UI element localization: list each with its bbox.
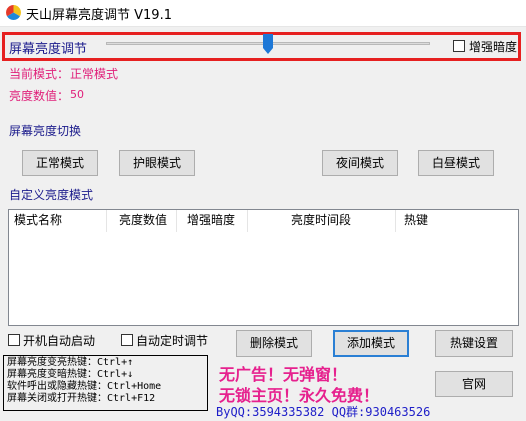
- hotkey-line-brighten: 屏幕亮度变亮热键：Ctrl+↑: [7, 357, 134, 368]
- delete-mode-button[interactable]: 删除模式: [236, 330, 312, 357]
- current-mode-label: 当前模式：: [9, 67, 70, 81]
- brightness-value-label: 亮度数值：: [9, 89, 70, 103]
- custom-modes-label: 自定义亮度模式: [9, 188, 94, 202]
- column-header-time-period[interactable]: 亮度时间段: [248, 210, 396, 232]
- window-title: 天山屏幕亮度调节 V19.1: [26, 8, 172, 23]
- app-icon: [6, 5, 21, 20]
- column-header-brightness[interactable]: 亮度数值: [107, 210, 177, 232]
- column-header-mode-name[interactable]: 模式名称: [9, 210, 107, 232]
- contact-info: ByQQ:3594335382 QQ群:930463526: [216, 405, 431, 419]
- current-mode-value: 正常模式: [70, 67, 119, 81]
- night-mode-button[interactable]: 夜间模式: [322, 150, 398, 176]
- auto-timer-label[interactable]: 自动定时调节: [136, 332, 208, 349]
- hotkey-line-toggle-window: 软件呼出或隐藏热键：Ctrl+Home: [7, 381, 162, 392]
- add-mode-button[interactable]: 添加模式: [333, 330, 409, 357]
- normal-mode-button[interactable]: 正常模式: [22, 150, 98, 176]
- daylight-mode-button[interactable]: 白昼模式: [418, 150, 494, 176]
- column-header-enhance[interactable]: 增强暗度: [177, 210, 248, 232]
- brightness-label: 屏幕亮度调节: [9, 42, 88, 57]
- column-header-hotkey[interactable]: 热键: [396, 210, 518, 232]
- hotkey-settings-button[interactable]: 热键设置: [435, 330, 513, 357]
- website-button[interactable]: 官网: [435, 371, 513, 397]
- mode-switch-label: 屏幕亮度切换: [9, 124, 82, 138]
- hotkey-line-screen-off: 屏幕关闭或打开热键：Ctrl+F12: [7, 393, 156, 404]
- brightness-slider-thumb[interactable]: [263, 34, 273, 54]
- auto-timer-checkbox[interactable]: [121, 334, 133, 346]
- hotkey-info-box: 屏幕亮度变亮热键：Ctrl+↑ 屏幕亮度变暗热键：Ctrl+↓ 软件呼出或隐藏热…: [3, 355, 208, 411]
- enhance-darkness-checkbox[interactable]: [453, 40, 465, 52]
- autostart-checkbox[interactable]: [8, 334, 20, 346]
- hotkey-line-darken: 屏幕亮度变暗热键：Ctrl+↓: [7, 369, 134, 380]
- enhance-darkness-label[interactable]: 增强暗度: [469, 38, 517, 55]
- autostart-label[interactable]: 开机自动启动: [23, 332, 95, 349]
- eye-care-mode-button[interactable]: 护眼模式: [119, 150, 195, 176]
- table-header: 模式名称 亮度数值 增强暗度 亮度时间段 热键: [9, 210, 518, 233]
- brightness-value: 50: [70, 88, 84, 101]
